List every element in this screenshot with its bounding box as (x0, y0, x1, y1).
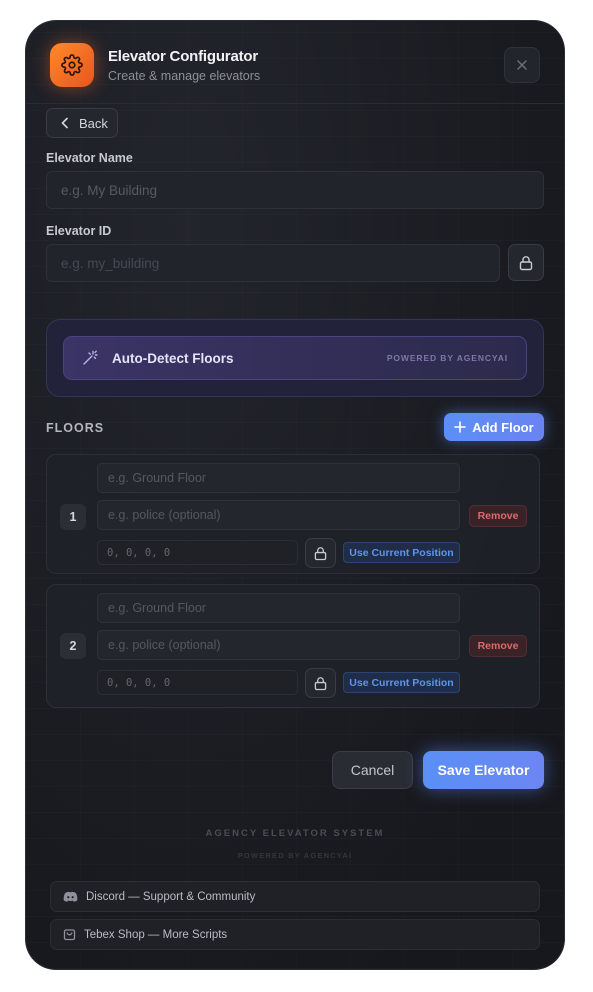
floor-name-placeholder: e.g. Ground Floor (108, 601, 206, 615)
close-button[interactable] (504, 47, 540, 83)
floor-number-badge: 1 (60, 504, 86, 530)
close-icon (517, 60, 527, 70)
discord-icon (63, 891, 78, 902)
add-floor-label: Add Floor (472, 419, 534, 435)
floor-coords-lock-button[interactable] (305, 538, 336, 568)
floor-name-placeholder: e.g. Ground Floor (108, 471, 206, 485)
auto-detect-button[interactable]: Auto-Detect Floors POWERED BY AGENCYAI (63, 336, 527, 380)
back-button[interactable]: Back (46, 108, 118, 138)
elevator-configurator-panel: Elevator Configurator Create & manage el… (26, 21, 564, 969)
discord-link-label: Discord — Support & Community (86, 890, 256, 903)
tebex-link-label: Tebex Shop — More Scripts (84, 928, 228, 941)
tebex-shop-link[interactable]: Tebex Shop — More Scripts (50, 919, 540, 950)
floor-coords-input[interactable]: 0, 0, 0, 0 (97, 540, 298, 565)
elevator-id-placeholder: e.g. my_building (61, 255, 160, 271)
elevator-name-input[interactable]: e.g. My Building (46, 171, 544, 209)
use-current-position-button[interactable]: Use Current Position (343, 542, 460, 563)
save-elevator-button[interactable]: Save Elevator (423, 751, 544, 789)
cancel-button[interactable]: Cancel (332, 751, 413, 789)
page-subtitle: Create & manage elevators (108, 69, 261, 83)
floor-job-input[interactable]: e.g. police (optional) (97, 630, 460, 660)
system-powered-by: POWERED BY AGENCYAI (237, 851, 353, 860)
remove-floor-button[interactable]: Remove (469, 635, 527, 657)
plus-icon (454, 421, 467, 433)
app-icon (50, 43, 94, 87)
floor-coords-placeholder: 0, 0, 0, 0 (107, 546, 171, 559)
back-label: Back (79, 115, 108, 131)
floor-job-placeholder: e.g. police (optional) (108, 508, 221, 522)
auto-detect-label: Auto-Detect Floors (112, 350, 234, 366)
page-title: Elevator Configurator (108, 48, 258, 65)
floors-heading: FLOORS (46, 421, 105, 435)
floor-job-placeholder: e.g. police (optional) (108, 638, 221, 652)
remove-floor-button[interactable]: Remove (469, 505, 527, 527)
chevron-left-icon (61, 117, 68, 129)
elevator-name-label: Elevator Name (46, 151, 133, 165)
floor-coords-input[interactable]: 0, 0, 0, 0 (97, 670, 298, 695)
discord-link[interactable]: Discord — Support & Community (50, 881, 540, 912)
elevator-id-input[interactable]: e.g. my_building (46, 244, 500, 282)
gear-icon (61, 54, 83, 76)
elevator-id-lock-button[interactable] (508, 244, 544, 281)
lock-icon (314, 546, 327, 560)
header-divider (26, 103, 564, 104)
elevator-name-placeholder: e.g. My Building (61, 182, 158, 198)
auto-detect-powered-by: POWERED BY AGENCYAI (386, 353, 508, 363)
shopping-bag-icon (63, 929, 76, 941)
floor-number-badge: 2 (60, 633, 86, 659)
elevator-id-label: Elevator ID (46, 224, 112, 238)
add-floor-button[interactable]: Add Floor (444, 413, 544, 441)
magic-wand-icon (83, 350, 98, 365)
lock-icon (314, 676, 327, 690)
floor-job-input[interactable]: e.g. police (optional) (97, 500, 460, 530)
floor-name-input[interactable]: e.g. Ground Floor (97, 463, 460, 493)
lock-icon (519, 255, 533, 270)
system-name: AGENCY ELEVATOR SYSTEM (205, 828, 385, 839)
floor-coords-lock-button[interactable] (305, 668, 336, 698)
use-current-position-button[interactable]: Use Current Position (343, 672, 460, 693)
floor-coords-placeholder: 0, 0, 0, 0 (107, 676, 171, 689)
floor-name-input[interactable]: e.g. Ground Floor (97, 593, 460, 623)
